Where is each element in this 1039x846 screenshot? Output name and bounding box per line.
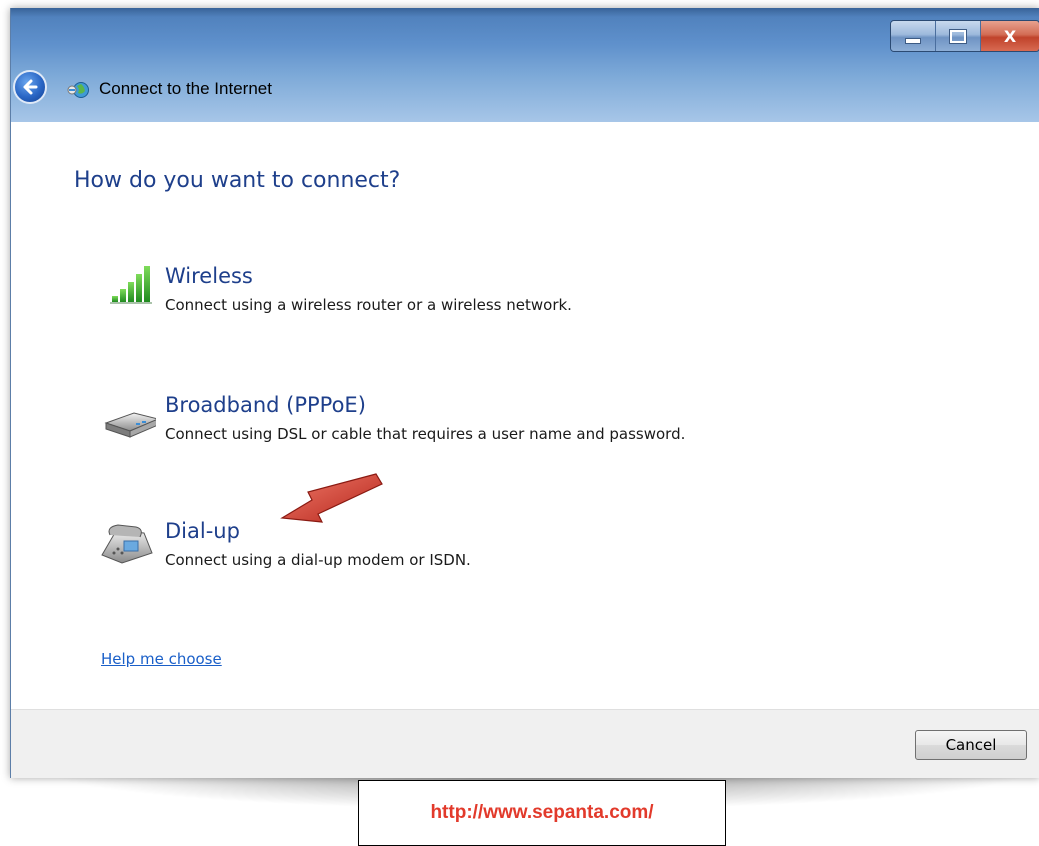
page-heading: How do you want to connect? xyxy=(74,168,401,193)
option-dialup[interactable]: Dial-up Connect using a dial-up modem or… xyxy=(96,519,896,579)
option-title: Wireless xyxy=(165,264,253,288)
connect-wizard-window: X Connect to the Internet How do you wan… xyxy=(10,8,1039,778)
maximize-button[interactable] xyxy=(936,21,981,51)
option-broadband[interactable]: Broadband (PPPoE) Connect using DSL or c… xyxy=(96,393,896,453)
maximize-icon xyxy=(949,28,967,44)
minimize-icon xyxy=(905,38,921,44)
window-title: Connect to the Internet xyxy=(99,79,272,98)
option-title: Dial-up xyxy=(165,519,240,543)
pointer-arrow-icon xyxy=(280,473,383,523)
caption-buttons: X xyxy=(890,20,1039,52)
wireless-signal-icon xyxy=(110,266,152,304)
wizard-footer: Cancel xyxy=(11,709,1039,778)
help-me-choose-link[interactable]: Help me choose xyxy=(101,650,222,668)
watermark-url: http://www.sepanta.com/ xyxy=(358,780,726,846)
option-description: Connect using DSL or cable that requires… xyxy=(165,425,686,443)
title-bar: X Connect to the Internet xyxy=(11,8,1039,122)
wizard-content: How do you want to connect? Wireless Con… xyxy=(11,122,1039,707)
dialup-phone-icon xyxy=(101,524,153,564)
option-description: Connect using a wireless router or a wir… xyxy=(165,296,572,314)
broadband-modem-icon xyxy=(104,412,156,438)
minimize-button[interactable] xyxy=(891,21,936,51)
close-button[interactable]: X xyxy=(981,21,1039,51)
option-wireless[interactable]: Wireless Connect using a wireless router… xyxy=(96,264,896,324)
back-arrow-icon xyxy=(23,79,38,95)
network-globe-icon xyxy=(67,82,89,98)
cancel-button[interactable]: Cancel xyxy=(915,730,1027,760)
back-button[interactable] xyxy=(13,70,47,104)
close-icon: X xyxy=(1003,26,1017,46)
option-title: Broadband (PPPoE) xyxy=(165,393,366,417)
option-description: Connect using a dial-up modem or ISDN. xyxy=(165,551,471,569)
